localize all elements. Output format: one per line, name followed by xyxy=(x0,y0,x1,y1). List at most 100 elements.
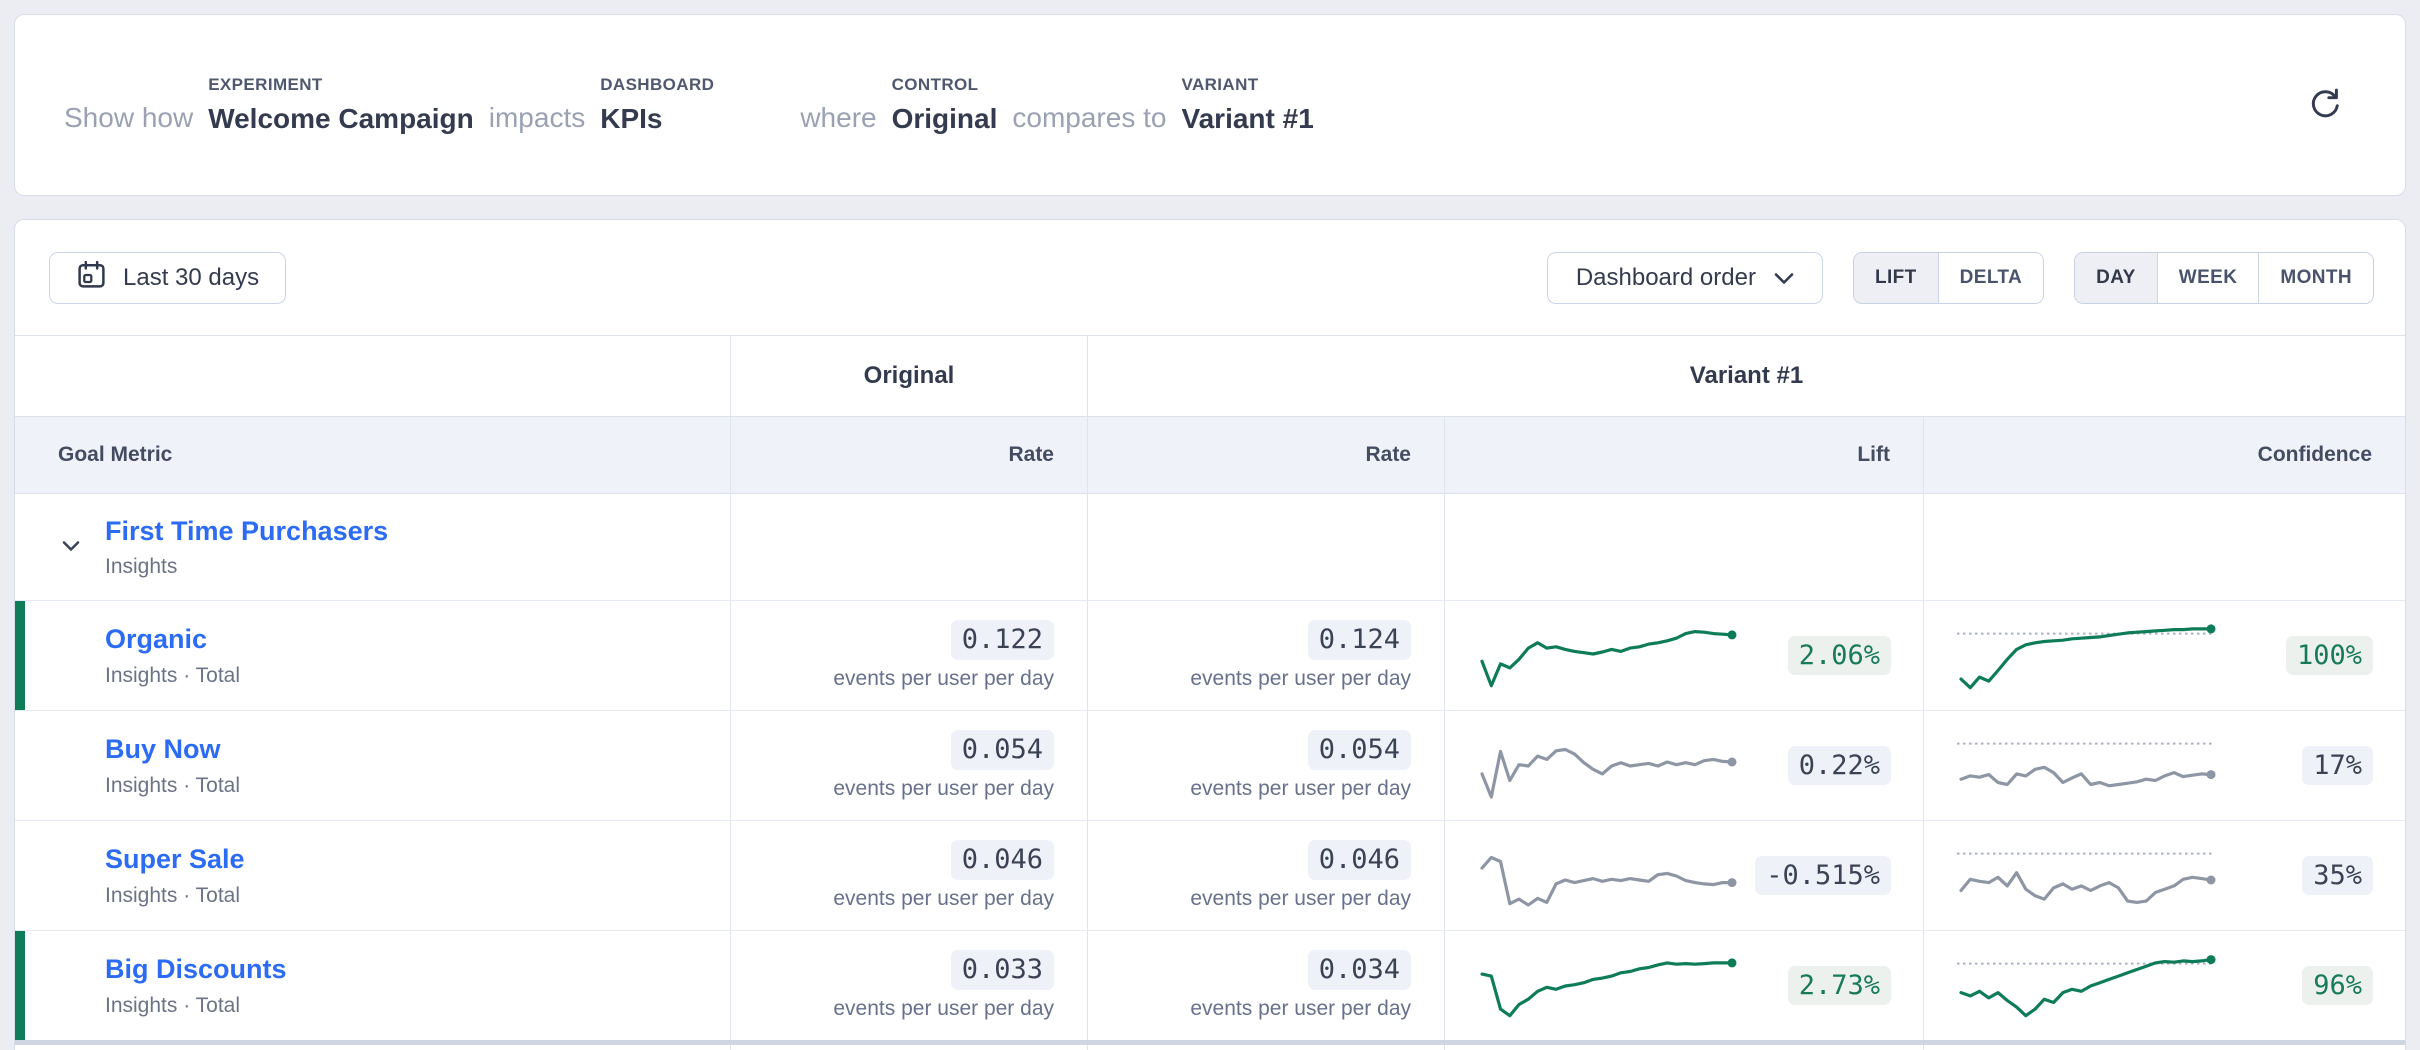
rate-unit: events per user per day xyxy=(1190,777,1411,801)
control-rate-value: 0.033 xyxy=(951,950,1054,990)
experiment-report-page: Show how EXPERIMENT Welcome Campaign imp… xyxy=(0,14,2420,1050)
dashboard-selector[interactable]: DASHBOARD KPIs xyxy=(600,75,714,136)
granularity-toggle: DAY WEEK MONTH xyxy=(2074,252,2374,304)
rate-unit: events per user per day xyxy=(833,777,1054,801)
metric-link[interactable]: Super Sale xyxy=(105,843,245,875)
rate-unit: events per user per day xyxy=(833,887,1054,911)
date-range-button[interactable]: Last 30 days xyxy=(49,252,286,304)
confidence-sparkline xyxy=(1951,836,2223,916)
significance-indicator-bar xyxy=(15,821,25,930)
metric-row-buy-now: Buy Now Insights · Total 0.054 events pe… xyxy=(15,710,2405,820)
confidence-sparkline xyxy=(1951,616,2223,696)
metric-link[interactable]: Organic xyxy=(105,623,207,655)
control-rate-value: 0.054 xyxy=(951,730,1054,770)
collapse-group-button[interactable] xyxy=(56,532,86,562)
metric-link[interactable]: Big Discounts xyxy=(105,953,287,985)
metric-subtitle: Insights · Total xyxy=(105,774,730,798)
metric-row-organic: Organic Insights · Total 0.122 events pe… xyxy=(15,600,2405,710)
tab-week[interactable]: WEEK xyxy=(2157,253,2259,303)
tab-month[interactable]: MONTH xyxy=(2258,253,2373,303)
refresh-button[interactable] xyxy=(2303,83,2347,127)
confidence-value: 100% xyxy=(2286,636,2373,676)
lift-value: -0.515% xyxy=(1755,856,1891,896)
metric-subtitle: Insights · Total xyxy=(105,884,730,908)
chevron-down-icon xyxy=(1774,264,1794,292)
metric-link[interactable]: Buy Now xyxy=(105,733,221,765)
metric-group-row: First Time Purchasers Insights xyxy=(15,494,2405,600)
goal-metric-header: Goal Metric xyxy=(58,443,172,467)
control-label: CONTROL xyxy=(892,75,998,95)
rate-unit: events per user per day xyxy=(1190,997,1411,1021)
tab-lift[interactable]: LIFT xyxy=(1854,253,1938,303)
confidence-value: 35% xyxy=(2302,856,2373,896)
variant-selector[interactable]: VARIANT Variant #1 xyxy=(1181,75,1313,136)
variant-rate-header: Rate xyxy=(1365,443,1411,467)
confidence-value: 96% xyxy=(2302,966,2373,1006)
variant-rate-value: 0.124 xyxy=(1308,620,1411,660)
variant-name[interactable]: Variant #1 xyxy=(1181,102,1313,136)
lift-sparkline xyxy=(1472,836,1744,916)
rate-unit: events per user per day xyxy=(1190,887,1411,911)
lift-sparkline xyxy=(1472,946,1744,1026)
lift-value: 2.73% xyxy=(1788,966,1891,1006)
phrase-compares-to: compares to xyxy=(1012,101,1166,136)
rate-unit: events per user per day xyxy=(1190,667,1411,691)
control-rate-header: Rate xyxy=(1008,443,1054,467)
confidence-header: Confidence xyxy=(2258,443,2372,467)
variant-rate-value: 0.046 xyxy=(1308,840,1411,880)
control-rate-value: 0.122 xyxy=(951,620,1054,660)
rate-unit: events per user per day xyxy=(833,667,1054,691)
report-toolbar: Last 30 days Dashboard order LIFT DELTA xyxy=(15,220,2405,335)
tab-day[interactable]: DAY xyxy=(2075,253,2157,303)
significance-indicator-bar xyxy=(15,931,25,1040)
variant-label: VARIANT xyxy=(1181,75,1313,95)
lift-delta-toggle: LIFT DELTA xyxy=(1853,252,2044,304)
significance-indicator-bar xyxy=(15,711,25,820)
group-metric-subtitle: Insights xyxy=(105,555,730,579)
experiment-header-card: Show how EXPERIMENT Welcome Campaign imp… xyxy=(14,14,2406,196)
tab-delta[interactable]: DELTA xyxy=(1938,253,2044,303)
dashboard-label: DASHBOARD xyxy=(600,75,714,95)
control-column-header: Original xyxy=(864,362,955,390)
confidence-sparkline xyxy=(1951,946,2223,1026)
control-rate-value: 0.046 xyxy=(951,840,1054,880)
group-metric-link[interactable]: First Time Purchasers xyxy=(105,515,388,547)
report-card: Last 30 days Dashboard order LIFT DELTA xyxy=(14,219,2406,1050)
experiment-phrase: Show how EXPERIMENT Welcome Campaign imp… xyxy=(64,75,1314,136)
lift-sparkline xyxy=(1472,616,1744,696)
variant-rate-value: 0.034 xyxy=(1308,950,1411,990)
date-range-label: Last 30 days xyxy=(123,264,259,292)
phrase-where: where xyxy=(800,101,876,136)
refresh-icon xyxy=(2306,85,2344,126)
metrics-table: Original Variant #1 Goal Metric Rate Rat… xyxy=(15,335,2405,1050)
calendar-icon xyxy=(76,259,107,297)
dashboard-name[interactable]: KPIs xyxy=(600,102,714,136)
metric-row-super-sale: Super Sale Insights · Total 0.046 events… xyxy=(15,820,2405,930)
lift-value: 2.06% xyxy=(1788,636,1891,676)
phrase-intro: Show how xyxy=(64,101,193,136)
lift-value: 0.22% xyxy=(1788,746,1891,786)
lift-sparkline xyxy=(1472,726,1744,806)
variant-column-header: Variant #1 xyxy=(1690,362,1803,390)
dashboard-order-label: Dashboard order xyxy=(1576,264,1756,292)
metric-row-big-discounts: Big Discounts Insights · Total 0.033 eve… xyxy=(15,930,2405,1040)
significance-indicator-bar xyxy=(15,601,25,710)
metric-subtitle: Insights · Total xyxy=(105,664,730,688)
phrase-impacts: impacts xyxy=(489,101,585,136)
dashboard-order-dropdown[interactable]: Dashboard order xyxy=(1547,252,1823,304)
control-name[interactable]: Original xyxy=(892,102,998,136)
confidence-value: 17% xyxy=(2302,746,2373,786)
experiment-selector[interactable]: EXPERIMENT Welcome Campaign xyxy=(208,75,474,136)
rate-unit: events per user per day xyxy=(833,997,1054,1021)
toolbar-controls: Dashboard order LIFT DELTA DAY WEEK MONT… xyxy=(1547,252,2374,304)
lift-header: Lift xyxy=(1857,443,1890,467)
experiment-label: EXPERIMENT xyxy=(208,75,474,95)
confidence-sparkline xyxy=(1951,726,2223,806)
column-header-row: Goal Metric Rate Rate Lift Confidence xyxy=(15,417,2405,494)
experiment-name[interactable]: Welcome Campaign xyxy=(208,102,474,136)
partial-next-row xyxy=(15,1045,2405,1050)
variant-rate-value: 0.054 xyxy=(1308,730,1411,770)
metric-subtitle: Insights · Total xyxy=(105,994,730,1018)
variant-group-header-row: Original Variant #1 xyxy=(15,336,2405,417)
control-selector[interactable]: CONTROL Original xyxy=(892,75,998,136)
